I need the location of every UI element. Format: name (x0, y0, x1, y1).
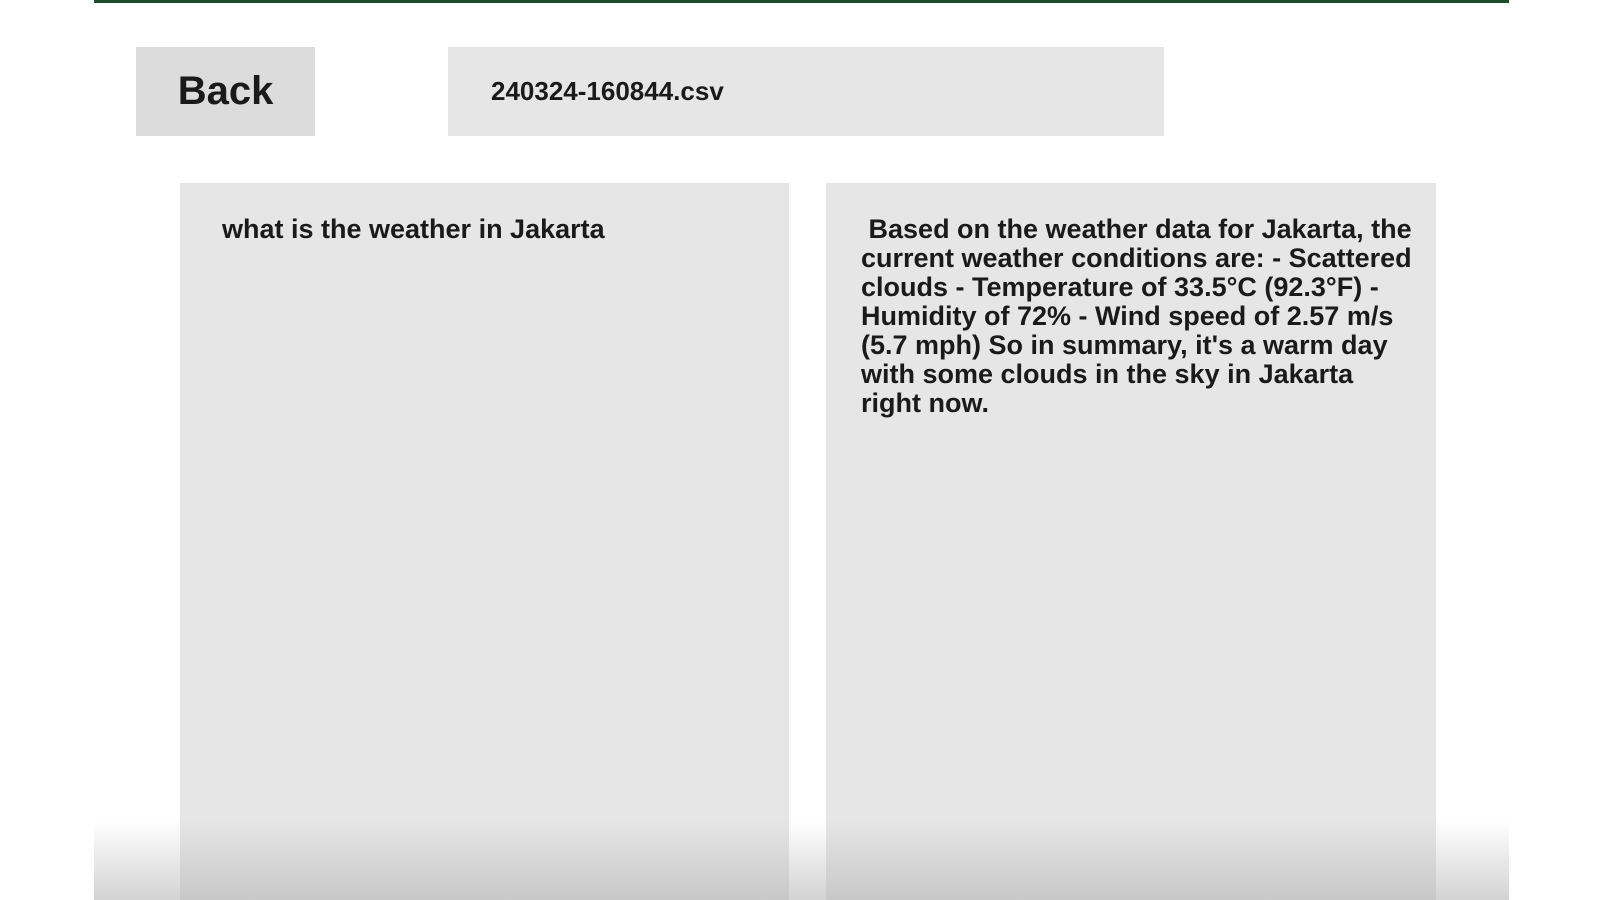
question-text: what is the weather in Jakarta (222, 214, 605, 244)
filename-display: 240324-160844.csv (448, 47, 1164, 136)
answer-text: Based on the weather data for Jakarta, t… (861, 214, 1420, 418)
app-window: Back 240324-160844.csv what is the weath… (94, 0, 1509, 900)
answer-panel: Based on the weather data for Jakarta, t… (826, 183, 1436, 900)
back-button[interactable]: Back (136, 47, 315, 136)
question-panel: what is the weather in Jakarta (180, 183, 789, 900)
